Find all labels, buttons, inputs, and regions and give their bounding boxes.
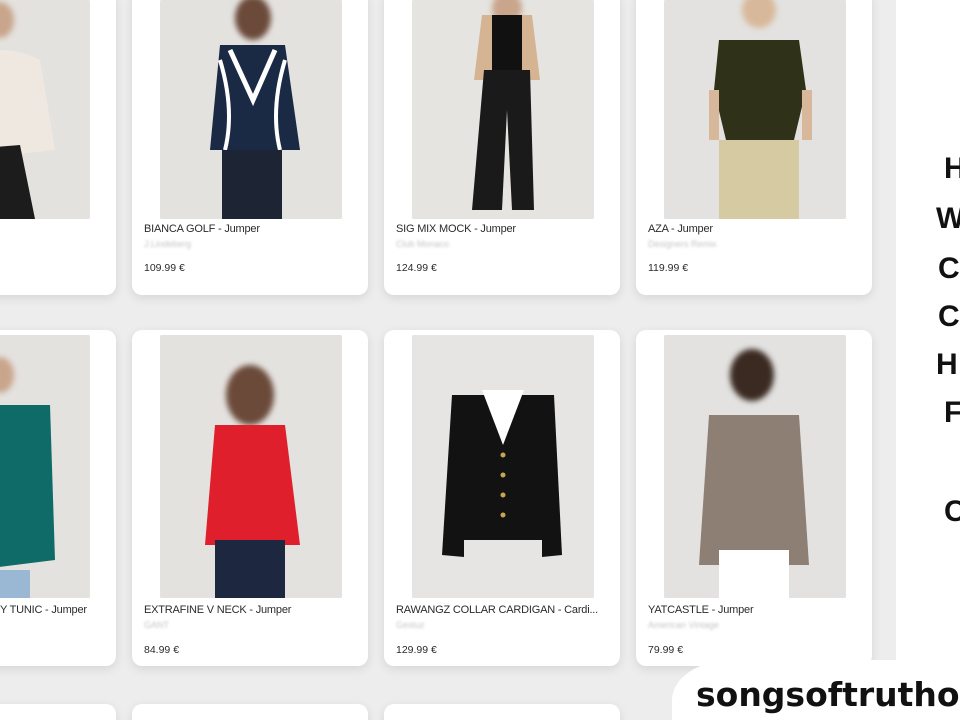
- product-brand: American Vintage: [648, 620, 719, 630]
- product-image[interactable]: [664, 335, 846, 598]
- product-card[interactable]: [384, 704, 620, 720]
- side-letter: C: [944, 495, 960, 528]
- product-price: 79.99 €: [648, 644, 684, 656]
- product-price: 129.99 €: [396, 644, 437, 656]
- product-brand: Designers Remix: [648, 239, 717, 249]
- product-card[interactable]: Y TUNIC - Jumper: [0, 330, 116, 666]
- side-letter: F: [944, 396, 960, 429]
- product-card[interactable]: BIANCA GOLF - Jumper J.Lindeberg 109.99 …: [132, 0, 368, 295]
- product-name[interactable]: SIG MIX MOCK - Jumper: [396, 223, 610, 235]
- product-image[interactable]: [412, 335, 594, 598]
- product-grid-page: BIANCA GOLF - Jumper J.Lindeberg 109.99 …: [0, 0, 960, 720]
- product-brand: Gestuz: [396, 620, 425, 630]
- side-letter: H: [936, 348, 958, 381]
- product-card[interactable]: YATCASTLE - Jumper American Vintage 79.9…: [636, 330, 872, 666]
- product-name[interactable]: AZA - Jumper: [648, 223, 862, 235]
- product-image[interactable]: [0, 335, 90, 598]
- watermark-text: songsoftrutho: [696, 675, 960, 714]
- product-image[interactable]: [160, 335, 342, 598]
- product-name[interactable]: Y TUNIC - Jumper: [0, 604, 110, 616]
- product-brand: GANT: [144, 620, 170, 630]
- side-letter: H: [944, 152, 960, 185]
- side-letter: C: [938, 252, 960, 285]
- product-price: 124.99 €: [396, 262, 437, 274]
- product-name[interactable]: EXTRAFINE V NECK - Jumper: [144, 604, 358, 616]
- product-image[interactable]: [412, 0, 594, 219]
- product-card[interactable]: SIG MIX MOCK - Jumper Club Monaco 124.99…: [384, 0, 620, 295]
- product-brand: Club Monaco: [396, 239, 450, 249]
- product-name[interactable]: YATCASTLE - Jumper: [648, 604, 862, 616]
- product-price: 109.99 €: [144, 262, 185, 274]
- product-image[interactable]: [160, 0, 342, 219]
- product-card[interactable]: [0, 704, 116, 720]
- side-letter: C: [938, 300, 960, 333]
- product-card[interactable]: [132, 704, 368, 720]
- product-card[interactable]: AZA - Jumper Designers Remix 119.99 €: [636, 0, 872, 295]
- product-image[interactable]: [664, 0, 846, 219]
- product-brand: J.Lindeberg: [144, 239, 192, 249]
- product-price: 119.99 €: [648, 262, 689, 274]
- product-image[interactable]: [0, 0, 90, 219]
- product-card[interactable]: EXTRAFINE V NECK - Jumper GANT 84.99 €: [132, 330, 368, 666]
- product-price: 84.99 €: [144, 644, 180, 656]
- product-card[interactable]: [0, 0, 116, 295]
- product-name[interactable]: RAWANGZ COLLAR CARDIGAN - Cardi...: [396, 604, 610, 616]
- product-card[interactable]: RAWANGZ COLLAR CARDIGAN - Cardi... Gestu…: [384, 330, 620, 666]
- product-name[interactable]: BIANCA GOLF - Jumper: [144, 223, 358, 235]
- side-letter: W: [936, 202, 960, 235]
